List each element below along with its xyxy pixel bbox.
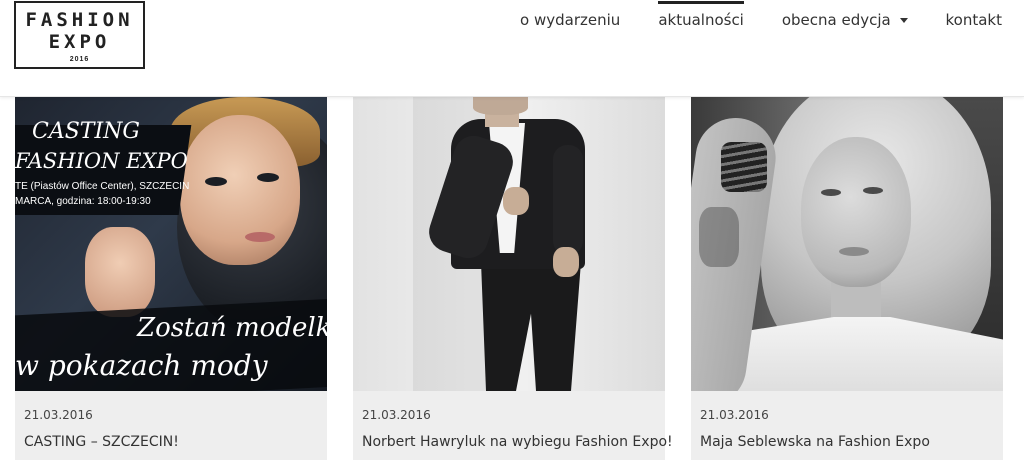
logo-year: 2016 xyxy=(69,56,90,63)
nav-item-label: o wydarzeniu xyxy=(520,11,621,29)
news-card[interactable]: CASTING FASHION EXPO TE (Piastów Office … xyxy=(15,97,327,460)
model-suit-photo[interactable] xyxy=(353,97,665,391)
news-card[interactable]: 21.03.2016 Norbert Hawryluk na wybiegu F… xyxy=(353,97,673,460)
nav-item-aktualnosci[interactable]: aktualności xyxy=(639,1,763,38)
poster-line-2: FASHION EXPO xyxy=(15,149,188,173)
logo-line-2: EXPO xyxy=(48,31,111,53)
card-date: 21.03.2016 xyxy=(362,408,431,422)
photo-background xyxy=(353,97,665,391)
nav-item-label: obecna edycja xyxy=(781,11,891,29)
news-card[interactable]: 21.03.2016 Maja Seblewska na Fashion Exp… xyxy=(691,97,1003,460)
poster-background: CASTING FASHION EXPO TE (Piastów Office … xyxy=(15,97,327,391)
poster-line-1: CASTING xyxy=(32,119,140,144)
casting-poster-image[interactable]: CASTING FASHION EXPO TE (Piastów Office … xyxy=(15,97,327,391)
card-title-link[interactable]: Maja Seblewska na Fashion Expo xyxy=(700,434,930,450)
hand-shape xyxy=(553,247,579,277)
card-date: 21.03.2016 xyxy=(24,408,93,422)
poster-line-3: TE (Piastów Office Center), SZCZECIN xyxy=(15,181,190,192)
photo-background xyxy=(691,97,1003,391)
eye-shape xyxy=(821,189,841,196)
chin-shape xyxy=(473,97,528,115)
face-shape xyxy=(801,137,911,287)
nav-item-obecna-edycja[interactable]: obecna edycja xyxy=(763,2,927,38)
nav-item-label: kontakt xyxy=(945,11,1002,29)
tattoo-shape xyxy=(699,207,739,267)
trousers-shape xyxy=(481,262,581,391)
logo-line-1: FASHION xyxy=(25,9,134,31)
lips-shape xyxy=(839,247,869,256)
site-header: FASHION EXPO 2016 o wydarzeniu aktualnoś… xyxy=(0,0,1024,97)
card-title-link[interactable]: CASTING – SZCZECIN! xyxy=(24,434,179,450)
fashion-expo-logo[interactable]: FASHION EXPO 2016 xyxy=(14,1,145,69)
nav-item-o-wydarzeniu[interactable]: o wydarzeniu xyxy=(501,2,639,38)
eye-shape xyxy=(205,177,227,186)
poster-line-4: MARCA, godzina: 18:00-19:30 xyxy=(15,196,151,207)
hand-shape xyxy=(85,227,155,317)
nav-item-kontakt[interactable]: kontakt xyxy=(927,2,1024,38)
card-title-link[interactable]: Norbert Hawryluk na wybiegu Fashion Expo… xyxy=(362,434,673,450)
face-shape xyxy=(180,115,300,265)
caret-down-icon xyxy=(899,18,908,23)
hand-shape xyxy=(503,187,529,215)
poster-line-6: w pokazach mody xyxy=(15,349,268,382)
bracelets-shape xyxy=(721,142,767,192)
arm-shape xyxy=(553,145,583,255)
eye-shape xyxy=(257,173,279,182)
lips-shape xyxy=(245,232,275,242)
poster-line-5: Zostań modelk xyxy=(137,313,327,343)
card-date: 21.03.2016 xyxy=(700,408,769,422)
model-portrait-photo[interactable] xyxy=(691,97,1003,391)
nav-item-label: aktualności xyxy=(658,11,744,29)
main-nav: o wydarzeniu aktualności obecna edycja k… xyxy=(501,0,1024,40)
eye-shape xyxy=(863,187,883,194)
